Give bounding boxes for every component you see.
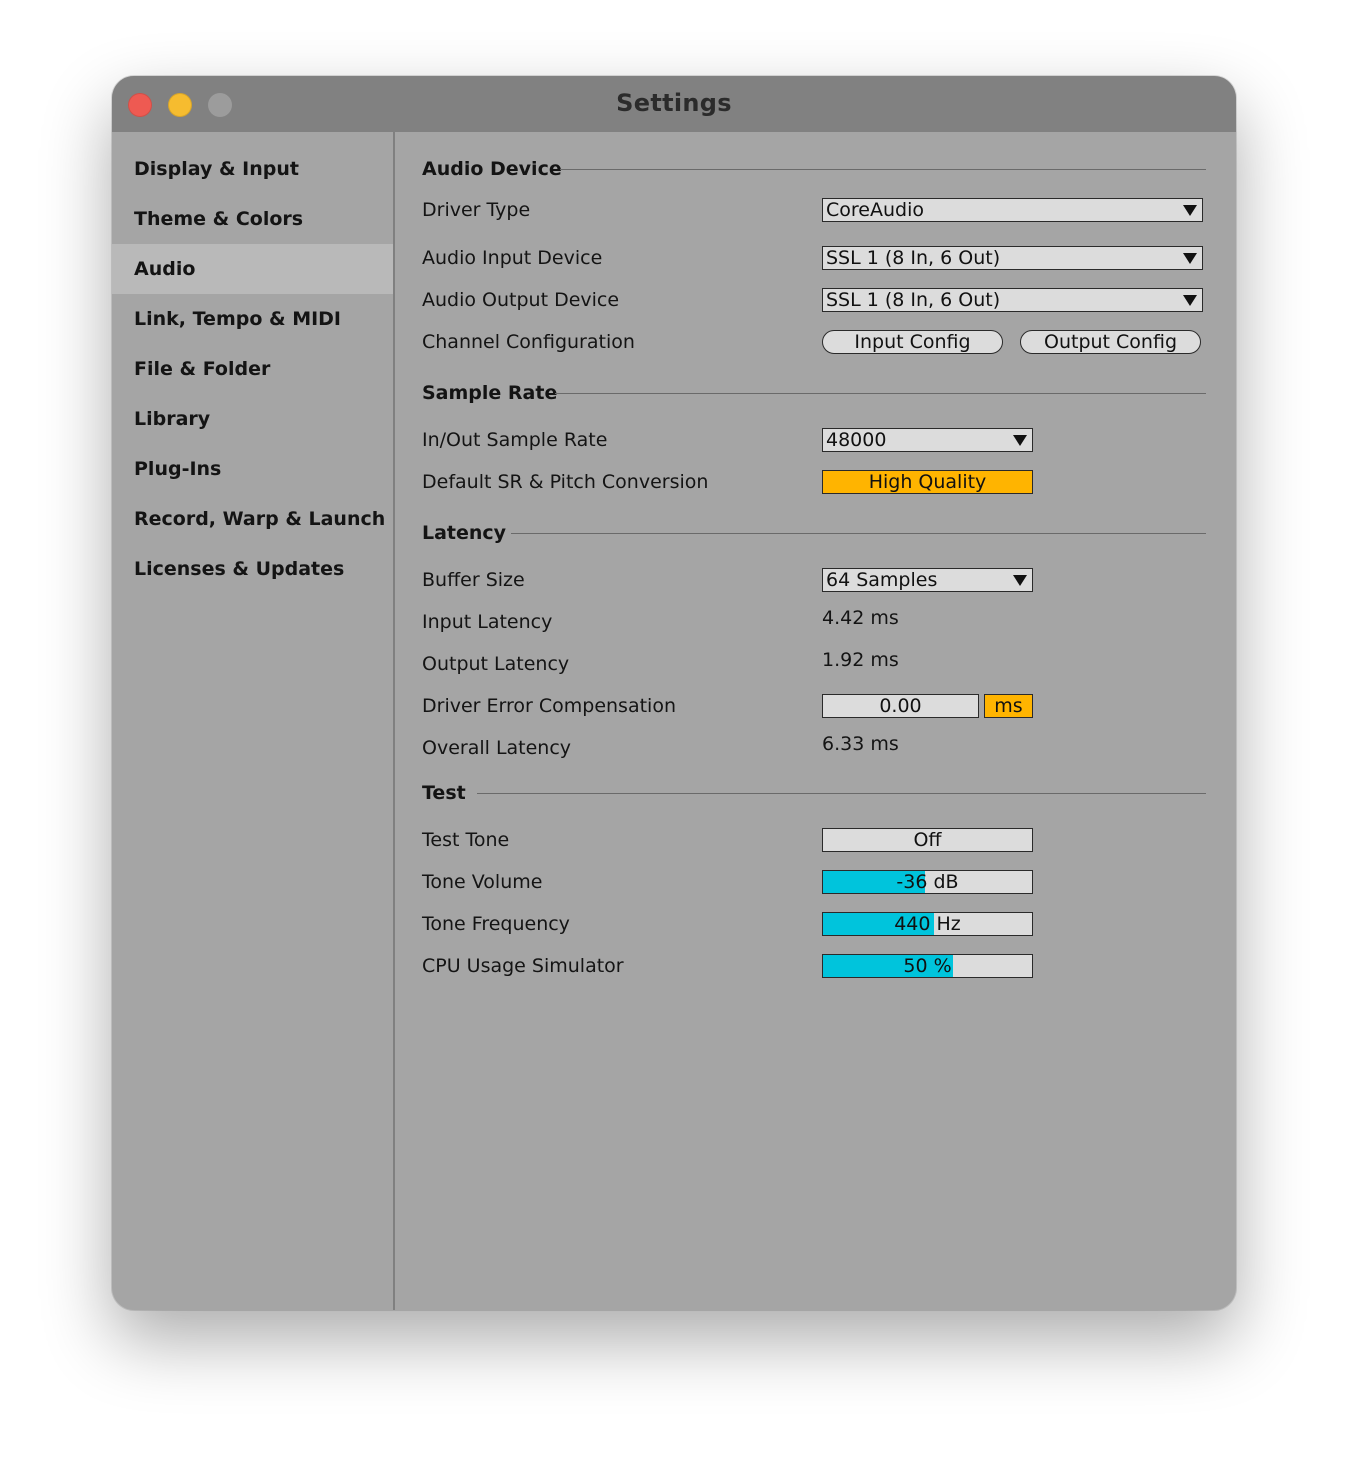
title-bar: Settings [112, 76, 1236, 132]
audio-settings-panel: Audio Device Driver Type CoreAudio Audio… [395, 132, 1236, 1310]
driver-error-compensation-field[interactable]: 0.00 [822, 694, 979, 718]
close-button-icon[interactable] [128, 93, 152, 117]
driver-error-compensation-label: Driver Error Compensation [422, 695, 676, 717]
cpu-usage-simulator-slider[interactable]: 50 % [822, 954, 1033, 978]
sidebar-item-record-warp-launch[interactable]: Record, Warp & Launch [112, 494, 393, 544]
pitch-conversion-toggle[interactable]: High Quality [822, 470, 1033, 494]
audio-output-device-dropdown[interactable]: SSL 1 (8 In, 6 Out) [822, 288, 1203, 312]
sidebar-item-file-folder[interactable]: File & Folder [112, 344, 393, 394]
maximize-button-icon[interactable] [208, 93, 232, 117]
sidebar-item-display-input[interactable]: Display & Input [112, 144, 393, 194]
buffer-size-dropdown[interactable]: 64 Samples [822, 568, 1033, 592]
chevron-down-icon [1183, 295, 1197, 306]
tone-frequency-label: Tone Frequency [422, 913, 570, 935]
audio-input-device-label: Audio Input Device [422, 247, 603, 269]
overall-latency-value: 6.33 ms [822, 733, 899, 755]
sidebar: Display & Input Theme & Colors Audio Lin… [112, 132, 395, 1310]
cpu-usage-simulator-label: CPU Usage Simulator [422, 955, 624, 977]
output-config-button[interactable]: Output Config [1020, 330, 1201, 354]
chevron-down-icon [1013, 435, 1027, 446]
output-latency-label: Output Latency [422, 653, 570, 675]
cpu-usage-simulator-value: 50 % [903, 955, 952, 977]
section-divider [555, 393, 1206, 394]
sidebar-item-theme-colors[interactable]: Theme & Colors [112, 194, 393, 244]
tone-volume-label: Tone Volume [422, 871, 543, 893]
section-divider [511, 533, 1206, 534]
sample-rate-label: In/Out Sample Rate [422, 429, 608, 451]
sidebar-item-library[interactable]: Library [112, 394, 393, 444]
tone-volume-slider[interactable]: -36 dB [822, 870, 1033, 894]
audio-input-device-dropdown[interactable]: SSL 1 (8 In, 6 Out) [822, 246, 1203, 270]
pitch-conversion-label: Default SR & Pitch Conversion [422, 471, 709, 493]
driver-type-value: CoreAudio [826, 199, 924, 221]
sidebar-item-link-tempo-midi[interactable]: Link, Tempo & MIDI [112, 294, 393, 344]
window-title: Settings [616, 89, 732, 117]
sample-rate-dropdown[interactable]: 48000 [822, 428, 1033, 452]
section-divider [477, 793, 1206, 794]
chevron-down-icon [1013, 575, 1027, 586]
section-divider [560, 169, 1206, 170]
tone-volume-value: -36 dB [896, 871, 959, 893]
test-tone-toggle[interactable]: Off [822, 828, 1033, 852]
overall-latency-label: Overall Latency [422, 737, 572, 759]
audio-input-device-value: SSL 1 (8 In, 6 Out) [826, 247, 1001, 269]
input-latency-value: 4.42 ms [822, 607, 899, 629]
sidebar-item-plug-ins[interactable]: Plug-Ins [112, 444, 393, 494]
input-latency-label: Input Latency [422, 611, 553, 633]
minimize-button-icon[interactable] [168, 93, 192, 117]
sidebar-item-audio[interactable]: Audio [112, 244, 393, 294]
section-title-test: Test [422, 782, 466, 804]
test-tone-label: Test Tone [422, 829, 510, 851]
channel-configuration-label: Channel Configuration [422, 331, 635, 353]
section-title-audio-device: Audio Device [422, 158, 562, 180]
sidebar-item-licenses-updates[interactable]: Licenses & Updates [112, 544, 393, 594]
chevron-down-icon [1183, 253, 1197, 264]
driver-error-unit-toggle[interactable]: ms [984, 694, 1033, 718]
sample-rate-value: 48000 [826, 429, 887, 451]
input-config-button[interactable]: Input Config [822, 330, 1003, 354]
tone-frequency-value: 440 Hz [894, 913, 961, 935]
tone-frequency-slider[interactable]: 440 Hz [822, 912, 1033, 936]
driver-type-dropdown[interactable]: CoreAudio [822, 198, 1203, 222]
buffer-size-value: 64 Samples [826, 569, 938, 591]
output-latency-value: 1.92 ms [822, 649, 899, 671]
audio-output-device-value: SSL 1 (8 In, 6 Out) [826, 289, 1001, 311]
driver-type-label: Driver Type [422, 199, 531, 221]
section-title-sample-rate: Sample Rate [422, 382, 558, 404]
section-title-latency: Latency [422, 522, 507, 544]
chevron-down-icon [1183, 205, 1197, 216]
settings-window: Settings Display & Input Theme & Colors … [112, 76, 1236, 1310]
buffer-size-label: Buffer Size [422, 569, 525, 591]
audio-output-device-label: Audio Output Device [422, 289, 620, 311]
